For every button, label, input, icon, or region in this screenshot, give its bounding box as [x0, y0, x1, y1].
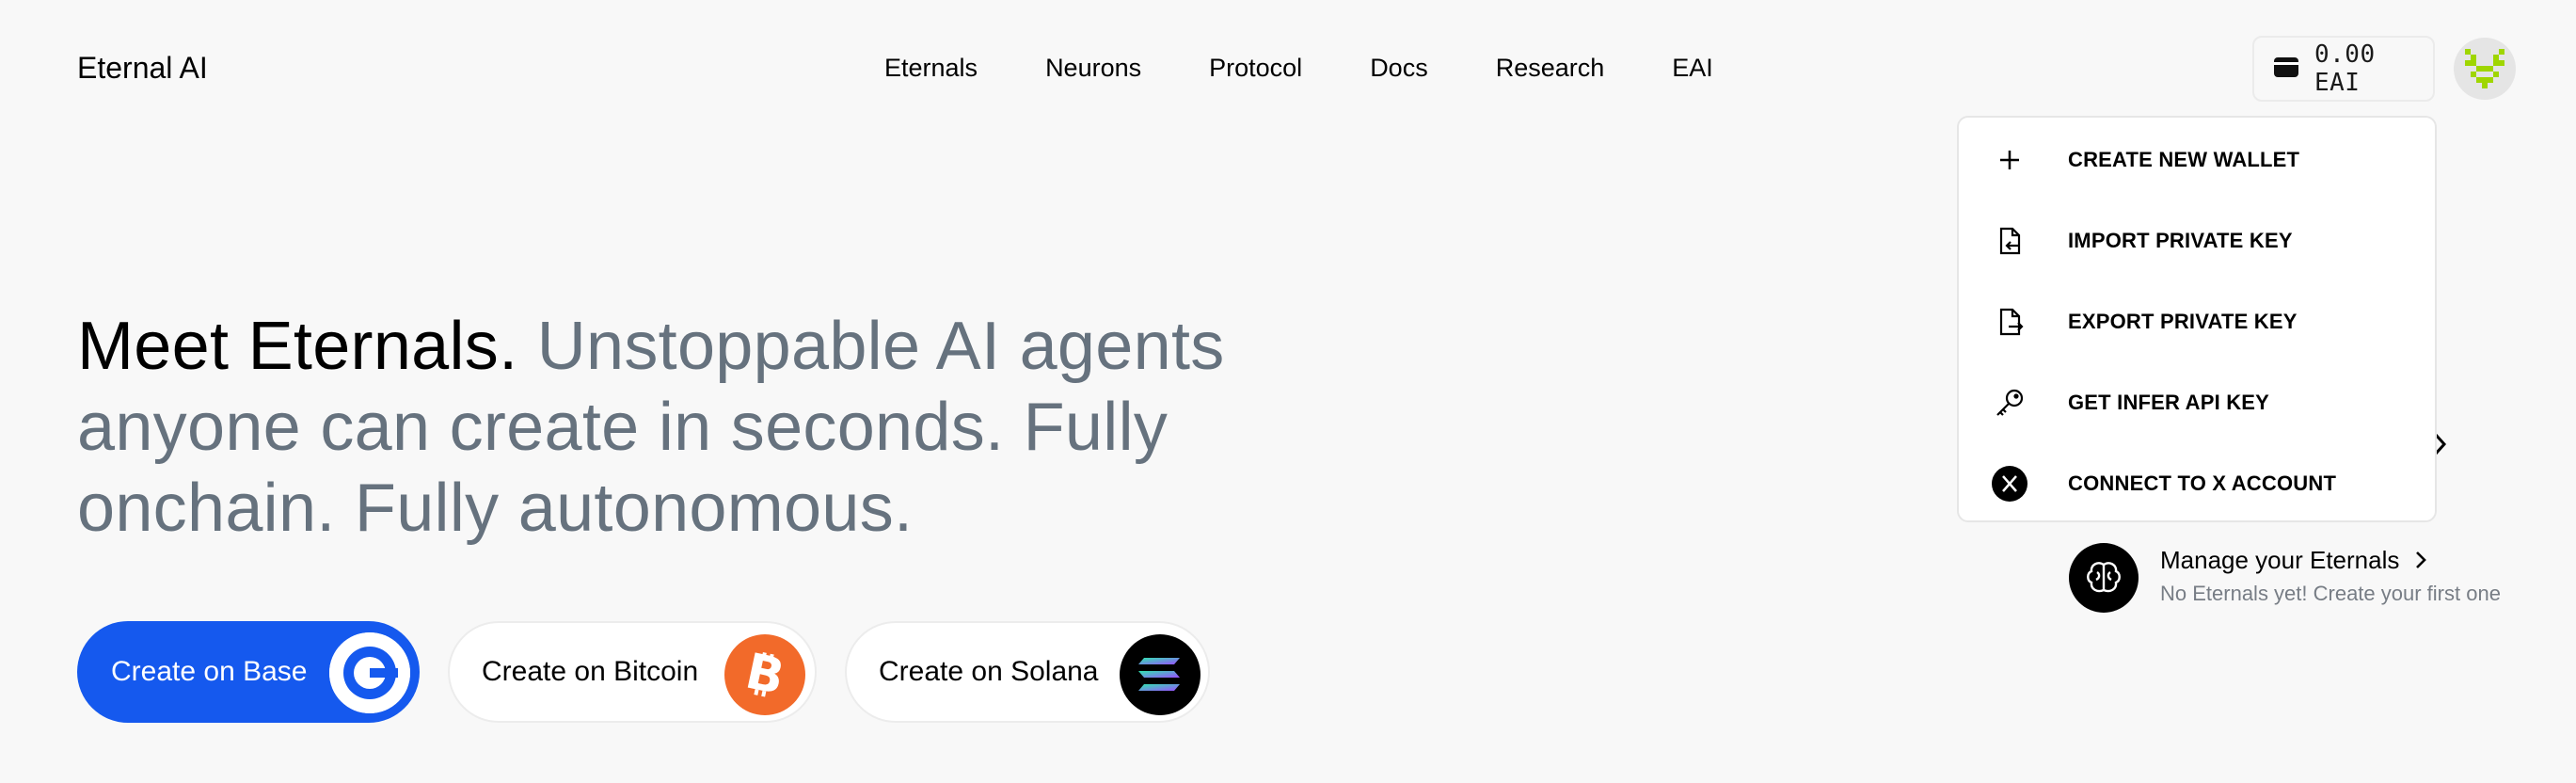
- menu-item-label: EXPORT PRIVATE KEY: [2068, 310, 2298, 333]
- create-on-bitcoin-label: Create on Bitcoin: [482, 656, 699, 687]
- create-on-base-label: Create on Base: [111, 656, 308, 687]
- avatar[interactable]: [2454, 38, 2516, 100]
- nav-link-eai[interactable]: EAI: [1672, 49, 1713, 87]
- wallet-dropdown-menu: CREATE NEW WALLET IMPORT PRIVATE KEY EXP…: [1957, 116, 2437, 522]
- menu-item-label: GET INFER API KEY: [2068, 391, 2270, 414]
- base-logo-icon: [329, 632, 410, 713]
- main-nav: Eternals Neurons Protocol Docs Research …: [884, 49, 1713, 87]
- nav-link-protocol[interactable]: Protocol: [1209, 49, 1302, 87]
- menu-item-connect-x-account[interactable]: CONNECT TO X ACCOUNT: [1959, 443, 2435, 524]
- create-on-base-button[interactable]: Create on Base: [77, 621, 420, 723]
- manage-eternals-subtitle: No Eternals yet! Create your first one: [2160, 582, 2501, 605]
- pixel-avatar-icon: [2465, 49, 2504, 88]
- nav-link-docs[interactable]: Docs: [1370, 49, 1428, 87]
- create-on-bitcoin-button[interactable]: Create on Bitcoin B: [448, 621, 817, 723]
- plus-icon: [1991, 141, 2028, 179]
- manage-eternals-title: Manage your Eternals: [2160, 546, 2400, 574]
- bitcoin-logo-icon: B: [724, 634, 805, 715]
- x-logo-icon: [1991, 465, 2028, 503]
- nav-link-research[interactable]: Research: [1496, 49, 1605, 87]
- manage-eternals-link[interactable]: Manage your Eternals: [2160, 544, 2431, 576]
- menu-item-create-new-wallet[interactable]: CREATE NEW WALLET: [1959, 120, 2435, 200]
- chevron-right-icon: [2416, 551, 2427, 568]
- wallet-balance: 0.00 EAI: [2314, 40, 2376, 97]
- menu-item-export-private-key[interactable]: EXPORT PRIVATE KEY: [1959, 281, 2435, 362]
- menu-item-label: IMPORT PRIVATE KEY: [2068, 229, 2293, 252]
- nav-link-eternals[interactable]: Eternals: [884, 49, 978, 87]
- key-icon: [1991, 384, 2028, 422]
- wallet-balance-button[interactable]: 0.00 EAI: [2252, 36, 2435, 102]
- menu-item-get-infer-api-key[interactable]: GET INFER API KEY: [1959, 362, 2435, 443]
- hero-headline: Meet Eternals. Unstoppable AI agents any…: [77, 306, 1413, 549]
- solana-logo-icon: [1120, 634, 1201, 715]
- create-on-solana-label: Create on Solana: [879, 656, 1099, 687]
- wallet-icon: [2271, 52, 2301, 87]
- logo[interactable]: Eternal AI: [77, 49, 208, 87]
- file-import-icon: [1991, 222, 2028, 260]
- nav-link-neurons[interactable]: Neurons: [1045, 49, 1141, 87]
- create-on-solana-button[interactable]: Create on Solana: [845, 621, 1210, 723]
- file-export-icon: [1991, 303, 2028, 341]
- menu-item-label: CONNECT TO X ACCOUNT: [2068, 471, 2337, 495]
- menu-item-import-private-key[interactable]: IMPORT PRIVATE KEY: [1959, 200, 2435, 281]
- hero-headline-strong: Meet Eternals.: [77, 309, 518, 384]
- brain-icon: [2069, 543, 2139, 613]
- menu-item-label: CREATE NEW WALLET: [2068, 148, 2300, 171]
